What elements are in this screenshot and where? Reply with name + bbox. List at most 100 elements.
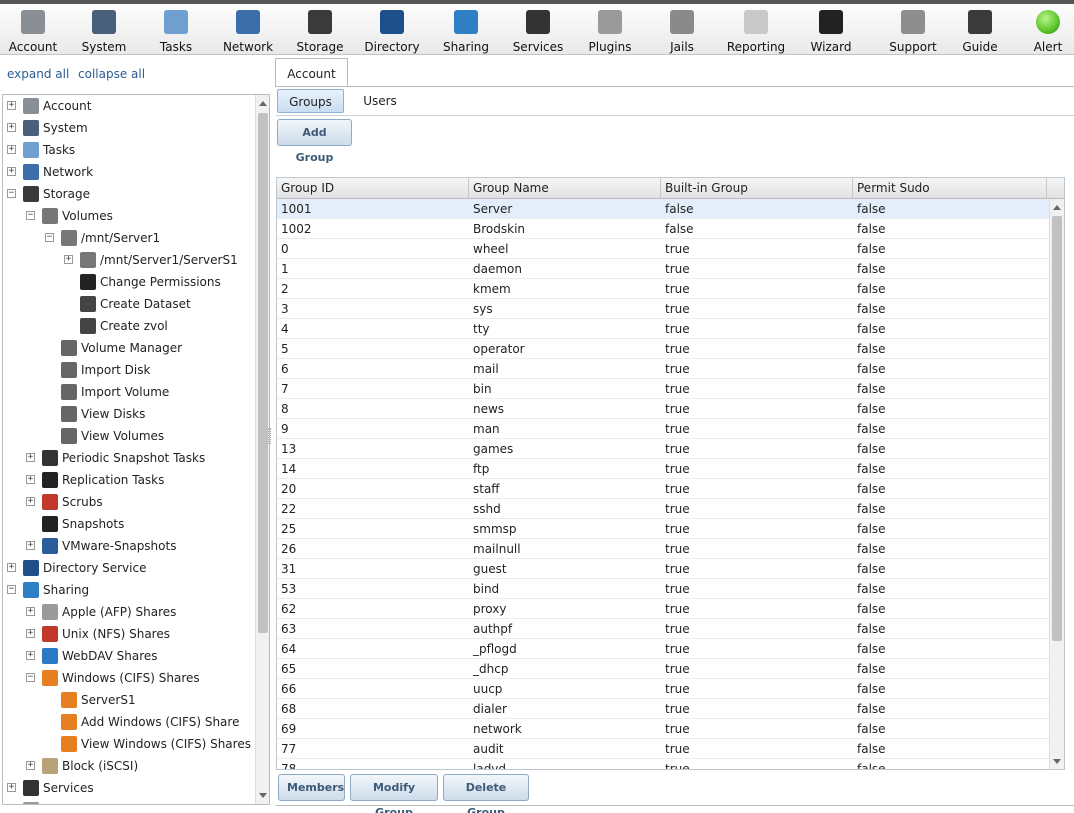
tree-item-webdav-shares[interactable]: + WebDAV Shares [3, 645, 253, 667]
tree-item-apple-afp-shares[interactable]: + Apple (AFP) Shares [3, 601, 253, 623]
scroll-down-arrow-icon[interactable] [1053, 759, 1061, 764]
expand-plus-icon[interactable]: + [26, 651, 35, 660]
tree-item-view-windows-cifs-shares[interactable]: View Windows (CIFS) Shares [3, 733, 253, 755]
tree-item-snapshots[interactable]: Snapshots [3, 513, 253, 535]
table-scroll-thumb[interactable] [1052, 216, 1062, 641]
table-row[interactable]: 25 smmsp true false [277, 519, 1050, 539]
table-row[interactable]: 69 network true false [277, 719, 1050, 739]
tree-item-mnt-server1-servers1[interactable]: + /mnt/Server1/ServerS1 [3, 249, 253, 271]
tree-item-tasks[interactable]: + Tasks [3, 139, 253, 161]
tree-item-import-disk[interactable]: Import Disk [3, 359, 253, 381]
toolbar-support-button[interactable]: Support [877, 8, 949, 56]
expand-plus-icon[interactable]: + [64, 255, 73, 264]
table-row[interactable]: 20 staff true false [277, 479, 1050, 499]
column-header-permit-sudo[interactable]: Permit Sudo [853, 178, 1047, 199]
table-row[interactable]: 3 sys true false [277, 299, 1050, 319]
table-row[interactable]: 62 proxy true false [277, 599, 1050, 619]
table-row[interactable]: 13 games true false [277, 439, 1050, 459]
modify-group-button[interactable]: Modify Group [350, 774, 438, 813]
toolbar-jails-button[interactable]: Jails [646, 8, 718, 56]
tree-item-plugins[interactable]: +Plugins [3, 799, 253, 804]
tree-item-change-permissions[interactable]: Change Permissions [3, 271, 253, 293]
collapse-minus-icon[interactable]: − [26, 673, 35, 682]
tree-item-services[interactable]: + Services [3, 777, 253, 799]
tab-account[interactable]: Account [275, 58, 348, 86]
tree-item-system[interactable]: + System [3, 117, 253, 139]
tree-item-servers1[interactable]: ServerS1 [3, 689, 253, 711]
tree-item-create-zvol[interactable]: Create zvol [3, 315, 253, 337]
tree-item-directory-service[interactable]: + Directory Service [3, 557, 253, 579]
collapse-minus-icon[interactable]: − [45, 233, 54, 242]
tree-scroll-thumb[interactable] [258, 113, 268, 633]
tree-item-volume-manager[interactable]: Volume Manager [3, 337, 253, 359]
tree-item-scrubs[interactable]: + Scrubs [3, 491, 253, 513]
table-row[interactable]: 1002 Brodskin false false [277, 219, 1050, 239]
expand-plus-icon[interactable]: + [26, 761, 35, 770]
expand-plus-icon[interactable]: + [7, 123, 16, 132]
toolbar-alert-button[interactable]: Alert [1012, 8, 1074, 56]
subtab-users[interactable]: Users [352, 89, 408, 113]
table-row[interactable]: 31 guest true false [277, 559, 1050, 579]
table-row[interactable]: 77 audit true false [277, 739, 1050, 759]
expand-plus-icon[interactable]: + [7, 563, 16, 572]
add-group-button[interactable]: Add Group [277, 119, 352, 164]
tree-item-add-windows-cifs-share[interactable]: Add Windows (CIFS) Share [3, 711, 253, 733]
tree-item-replication-tasks[interactable]: + Replication Tasks [3, 469, 253, 491]
table-row[interactable]: 2 kmem true false [277, 279, 1050, 299]
toolbar-tasks-button[interactable]: Tasks [140, 8, 212, 56]
column-header-group-id[interactable]: Group ID [277, 178, 469, 199]
table-row[interactable]: 78 ladvd true false [277, 759, 1050, 769]
tree-item-account[interactable]: + Account [3, 95, 253, 117]
expand-plus-icon[interactable]: + [7, 783, 16, 792]
toolbar-guide-button[interactable]: Guide [944, 8, 1016, 56]
table-row[interactable]: 68 dialer true false [277, 699, 1050, 719]
tree-item-view-volumes[interactable]: View Volumes [3, 425, 253, 447]
tree-item-block-iscsi[interactable]: + Block (iSCSI) [3, 755, 253, 777]
scroll-up-arrow-icon[interactable] [1053, 205, 1061, 210]
toolbar-wizard-button[interactable]: Wizard [795, 8, 867, 56]
table-row[interactable]: 6 mail true false [277, 359, 1050, 379]
tree-item-volumes[interactable]: − Volumes [3, 205, 253, 227]
table-row[interactable]: 14 ftp true false [277, 459, 1050, 479]
table-scrollbar[interactable] [1049, 199, 1064, 769]
tree-item-periodic-snapshot-tasks[interactable]: + Periodic Snapshot Tasks [3, 447, 253, 469]
expand-all-link[interactable]: expand all [7, 67, 69, 81]
scroll-up-arrow-icon[interactable] [259, 101, 267, 106]
scroll-down-arrow-icon[interactable] [259, 793, 267, 798]
tree-item-unix-nfs-shares[interactable]: + Unix (NFS) Shares [3, 623, 253, 645]
tree-item-windows-cifs-shares[interactable]: − Windows (CIFS) Shares [3, 667, 253, 689]
table-row[interactable]: 1001 Server false false [277, 199, 1050, 219]
tree-item-storage[interactable]: − Storage [3, 183, 253, 205]
pane-splitter[interactable] [268, 428, 271, 444]
toolbar-network-button[interactable]: Network [212, 8, 284, 56]
collapse-minus-icon[interactable]: − [7, 189, 16, 198]
toolbar-reporting-button[interactable]: Reporting [720, 8, 792, 56]
table-row[interactable]: 4 tty true false [277, 319, 1050, 339]
subtab-groups[interactable]: Groups [277, 89, 344, 113]
expand-plus-icon[interactable]: + [26, 541, 35, 550]
expand-plus-icon[interactable]: + [7, 101, 16, 110]
table-row[interactable]: 26 mailnull true false [277, 539, 1050, 559]
tree-item-create-dataset[interactable]: Create Dataset [3, 293, 253, 315]
collapse-all-link[interactable]: collapse all [78, 67, 145, 81]
tree-item-mnt-server1[interactable]: − /mnt/Server1 [3, 227, 253, 249]
table-row[interactable]: 64 _pflogd true false [277, 639, 1050, 659]
table-row[interactable]: 63 authpf true false [277, 619, 1050, 639]
expand-plus-icon[interactable]: + [26, 629, 35, 638]
table-row[interactable]: 9 man true false [277, 419, 1050, 439]
expand-plus-icon[interactable]: + [26, 607, 35, 616]
toolbar-account-button[interactable]: Account [0, 8, 69, 56]
table-row[interactable]: 8 news true false [277, 399, 1050, 419]
tree-item-sharing[interactable]: − Sharing [3, 579, 253, 601]
tree-item-import-volume[interactable]: Import Volume [3, 381, 253, 403]
expand-plus-icon[interactable]: + [7, 167, 16, 176]
toolbar-services-button[interactable]: Services [502, 8, 574, 56]
table-row[interactable]: 66 uucp true false [277, 679, 1050, 699]
collapse-minus-icon[interactable]: − [7, 585, 16, 594]
expand-plus-icon[interactable]: + [7, 145, 16, 154]
toolbar-plugins-button[interactable]: Plugins [574, 8, 646, 56]
toolbar-sharing-button[interactable]: Sharing [430, 8, 502, 56]
tree-item-vmware-snapshots[interactable]: + VMware-Snapshots [3, 535, 253, 557]
collapse-minus-icon[interactable]: − [26, 211, 35, 220]
tree-scrollbar[interactable] [255, 95, 269, 804]
